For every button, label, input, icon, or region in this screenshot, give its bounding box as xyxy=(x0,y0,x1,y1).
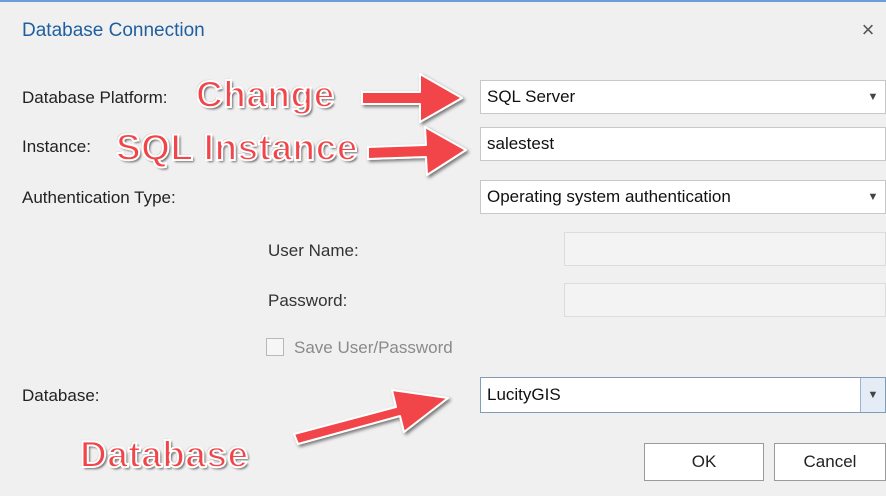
database-connection-dialog: Database Connection × Database Platform:… xyxy=(0,0,886,496)
arrow-to-platform xyxy=(361,73,463,123)
annotation-database: Database xyxy=(79,433,249,476)
arrow-to-instance xyxy=(367,126,467,176)
annotation-sql-instance: SQL Instance xyxy=(115,126,358,169)
annotation-arrows xyxy=(293,73,467,445)
annotation-change: Change xyxy=(195,73,335,116)
arrow-to-database xyxy=(293,389,449,445)
